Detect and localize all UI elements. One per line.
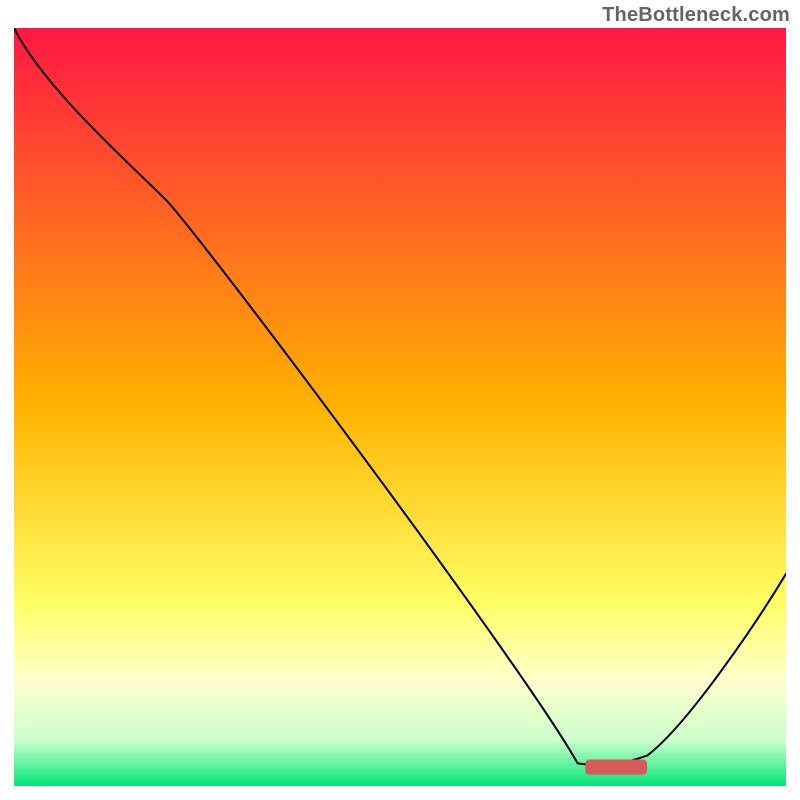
plot-svg [14, 28, 786, 786]
plot-area [14, 28, 786, 786]
chart-canvas: TheBottleneck.com [0, 0, 800, 800]
watermark-text: TheBottleneck.com [602, 4, 790, 27]
gradient-rect [14, 28, 786, 786]
optimal-marker [585, 759, 647, 774]
